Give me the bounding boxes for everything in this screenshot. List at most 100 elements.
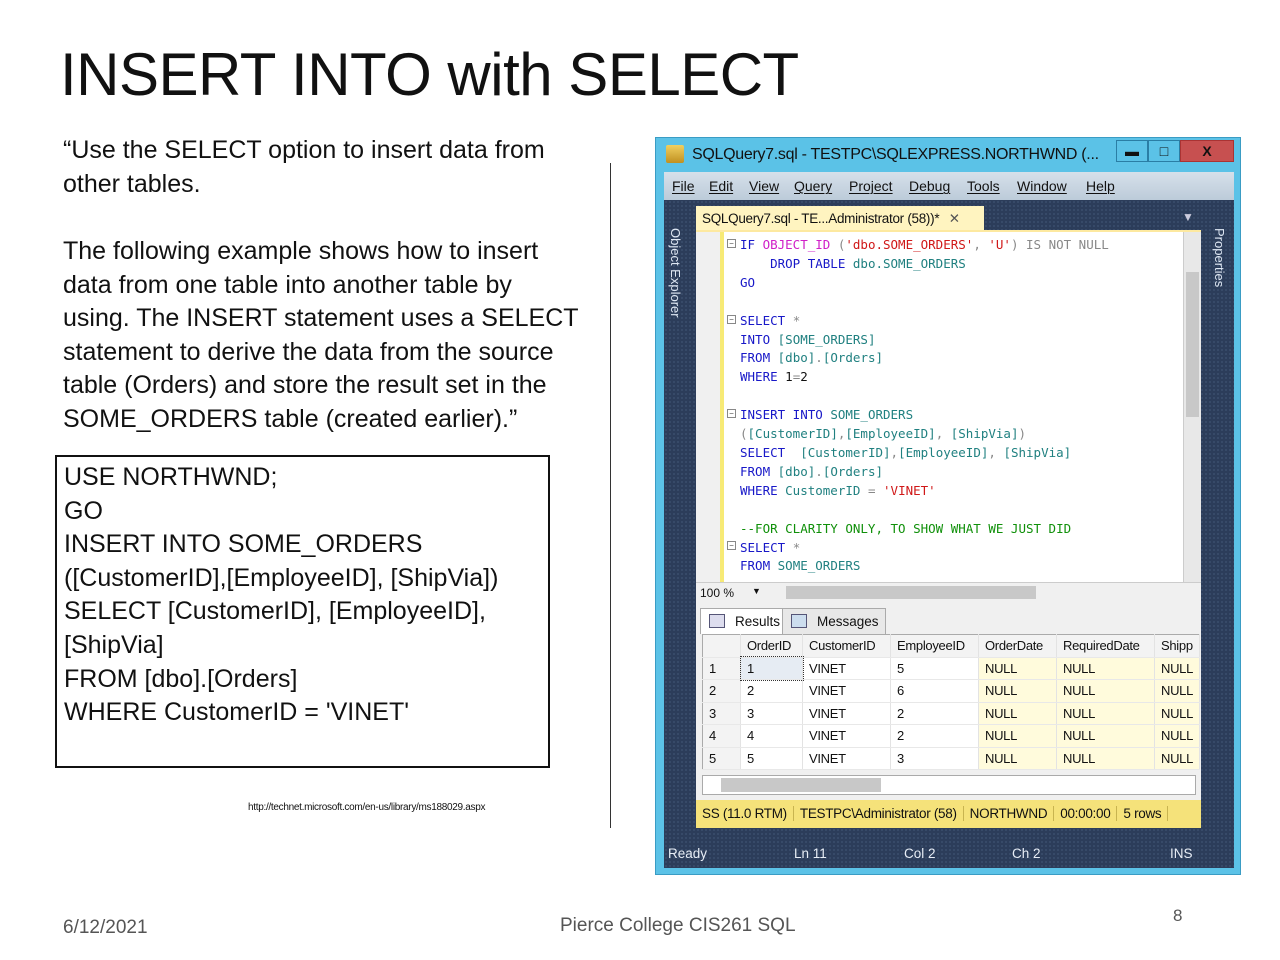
column-header[interactable]: Shipp xyxy=(1154,634,1201,658)
properties-tab[interactable]: Properties xyxy=(1212,228,1227,287)
cell[interactable]: NULL xyxy=(1154,724,1201,748)
cell[interactable]: NULL xyxy=(1056,702,1155,725)
code-line: FROM [dbo].[Orders] xyxy=(740,463,1109,482)
column-header[interactable]: OrderID xyxy=(740,634,803,658)
collapse-icon[interactable]: − xyxy=(727,239,736,248)
cell[interactable]: 6 xyxy=(890,679,979,703)
column-header[interactable]: RequiredDate xyxy=(1056,634,1155,658)
menu-window[interactable]: Window xyxy=(1017,178,1067,194)
cell[interactable]: NULL xyxy=(978,747,1057,770)
code-token: . xyxy=(815,350,823,366)
cell[interactable]: NULL xyxy=(978,657,1057,680)
row-number[interactable]: 1 xyxy=(702,657,741,680)
status-char: Ch 2 xyxy=(1012,846,1041,861)
code-token: 'U' xyxy=(988,237,1011,252)
window-title: SQLQuery7.sql - TESTPC\SQLEXPRESS.NORTHW… xyxy=(692,146,1099,163)
cell[interactable]: NULL xyxy=(1154,747,1201,770)
row-number[interactable]: 2 xyxy=(702,679,741,703)
cell[interactable]: 3 xyxy=(740,702,803,725)
cell[interactable]: 2 xyxy=(740,679,803,703)
document-tab[interactable]: SQLQuery7.sql - TE...Administrator (58))… xyxy=(696,206,984,230)
column-header[interactable]: CustomerID xyxy=(802,634,891,658)
code-line: FROM [dbo].[Orders] xyxy=(740,349,1109,368)
table-row: 2 2 VINET 6 NULL NULL NULL xyxy=(702,679,1201,703)
zoom-level[interactable]: 100 % xyxy=(700,586,734,600)
editor-margin xyxy=(696,232,724,582)
editor-hscroll[interactable]: 100 % ▼ xyxy=(696,582,1201,602)
vertical-scrollbar[interactable] xyxy=(1183,232,1201,582)
code-token: . xyxy=(815,463,823,479)
code-token: [EmployeeID] xyxy=(898,444,989,460)
cell[interactable]: 4 xyxy=(740,724,803,748)
cell[interactable]: VINET xyxy=(802,702,891,725)
query-status-item: SS (11.0 RTM) xyxy=(696,806,794,821)
status-line: Ln 11 xyxy=(794,846,827,861)
cell[interactable]: 2 xyxy=(890,724,979,748)
results-grid[interactable]: OrderID CustomerID EmployeeID OrderDate Requ… xyxy=(702,634,1201,770)
cell[interactable]: NULL xyxy=(1154,702,1201,725)
menu-project[interactable]: Project xyxy=(849,178,893,194)
code-token: CustomerID xyxy=(785,482,868,498)
column-header[interactable] xyxy=(702,634,741,658)
source-link[interactable]: http://technet.microsoft.com/en-us/libra… xyxy=(248,802,486,813)
cell[interactable]: 5 xyxy=(890,657,979,680)
collapse-icon[interactable]: − xyxy=(727,541,736,550)
row-number[interactable]: 5 xyxy=(702,747,741,770)
query-editor[interactable]: − − − − IF OBJECT_ID ('dbo.SOME_ORDERS',… xyxy=(696,230,1201,582)
cell[interactable]: 2 xyxy=(890,702,979,725)
code-token: ( xyxy=(740,426,748,442)
code-line: DROP TABLE dbo.SOME_ORDERS xyxy=(740,255,1109,274)
cell[interactable]: NULL xyxy=(978,724,1057,748)
menu-debug[interactable]: Debug xyxy=(909,178,950,194)
menu-file[interactable]: File xyxy=(672,178,695,194)
maximize-button[interactable]: □ xyxy=(1148,140,1180,162)
messages-tab[interactable]: Messages xyxy=(782,608,886,634)
code-token: [ShipVia] xyxy=(950,426,1019,442)
status-column: Col 2 xyxy=(904,846,936,861)
cell[interactable]: 3 xyxy=(890,747,979,770)
results-hscroll[interactable] xyxy=(702,775,1196,795)
code-token: [EmployeeID] xyxy=(845,426,936,442)
close-button[interactable]: X xyxy=(1180,140,1234,162)
menu-view[interactable]: View xyxy=(749,178,779,194)
menu-help[interactable]: Help xyxy=(1086,178,1115,194)
cell[interactable]: NULL xyxy=(1056,679,1155,703)
menu-query[interactable]: Query xyxy=(794,178,832,194)
object-explorer-tab[interactable]: Object Explorer xyxy=(668,228,683,318)
scroll-thumb[interactable] xyxy=(786,586,1036,599)
collapse-icon[interactable]: − xyxy=(727,315,736,324)
cell[interactable]: NULL xyxy=(978,702,1057,725)
code-token: [dbo] xyxy=(777,350,816,366)
table-row: 1 1 VINET 5 NULL NULL NULL xyxy=(702,656,1201,681)
results-tab[interactable]: Results xyxy=(700,608,788,634)
cell[interactable]: NULL xyxy=(1056,747,1155,770)
dropdown-icon[interactable]: ▼ xyxy=(752,586,761,596)
column-header[interactable]: EmployeeID xyxy=(890,634,979,658)
column-header[interactable]: OrderDate xyxy=(978,634,1057,658)
row-number[interactable]: 4 xyxy=(702,724,741,748)
menu-edit[interactable]: Edit xyxy=(709,178,733,194)
collapse-icon[interactable]: − xyxy=(727,409,736,418)
sql-code[interactable]: IF OBJECT_ID ('dbo.SOME_ORDERS', 'U') IS… xyxy=(740,236,1109,576)
minimize-button[interactable]: ▬ xyxy=(1116,140,1148,162)
cell[interactable]: VINET xyxy=(802,724,891,748)
cell[interactable]: NULL xyxy=(978,679,1057,703)
code-line: SELECT [CustomerID],[EmployeeID], [ShipV… xyxy=(740,444,1109,463)
cell[interactable]: VINET xyxy=(802,679,891,703)
cell[interactable]: NULL xyxy=(1056,657,1155,680)
cell[interactable]: 5 xyxy=(740,747,803,770)
code-token: [Orders] xyxy=(822,463,884,479)
cell[interactable]: NULL xyxy=(1056,724,1155,748)
cell[interactable]: 1 xyxy=(739,656,804,681)
close-icon[interactable]: ✕ xyxy=(949,211,960,226)
text-line: data from one table into another table b… xyxy=(63,270,512,299)
tab-label: Results xyxy=(735,614,781,629)
dropdown-icon[interactable]: ▼ xyxy=(1182,210,1194,224)
cell[interactable]: VINET xyxy=(802,657,891,680)
cell[interactable]: NULL xyxy=(1154,657,1201,680)
cell[interactable]: VINET xyxy=(802,747,891,770)
cell[interactable]: NULL xyxy=(1154,679,1201,703)
row-number[interactable]: 3 xyxy=(702,702,741,725)
code-line: INSERT INTO SOME_ORDERS xyxy=(740,406,1109,425)
menu-tools[interactable]: Tools xyxy=(967,178,1000,194)
